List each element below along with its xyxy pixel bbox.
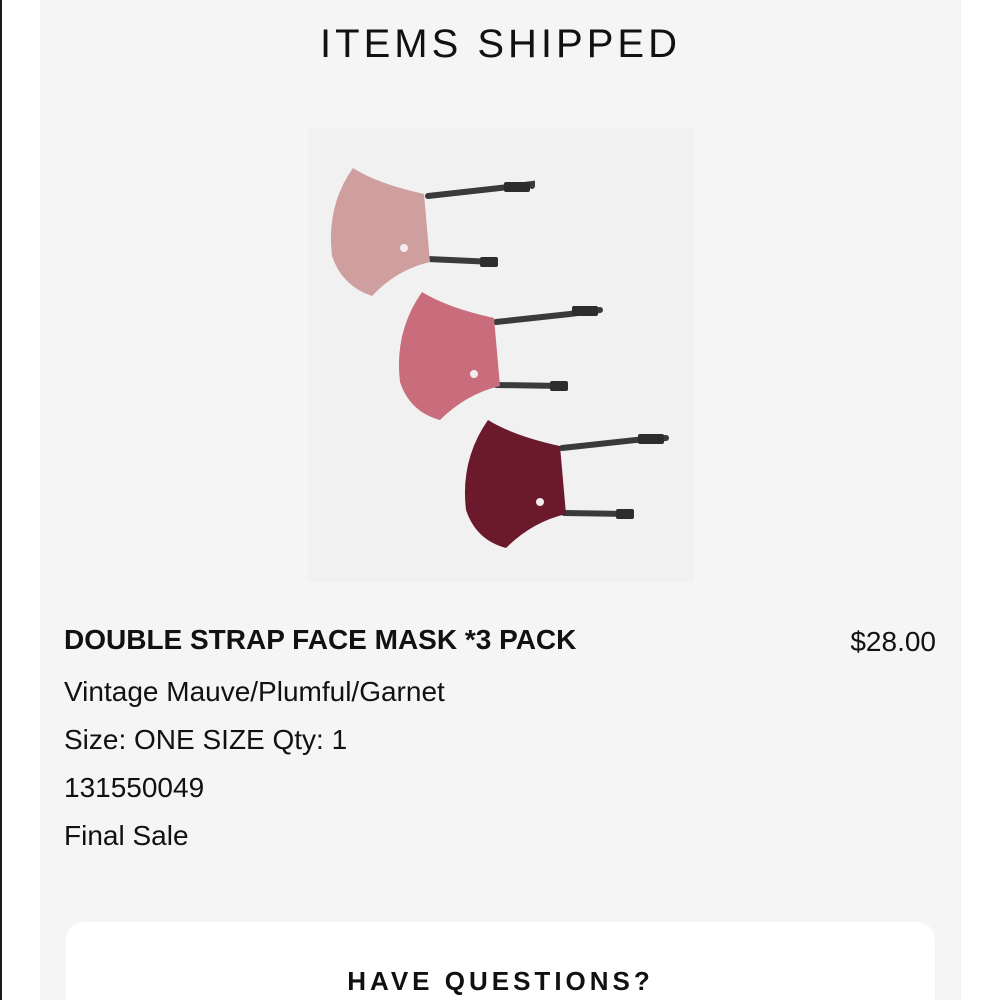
questions-title: HAVE QUESTIONS? (347, 966, 654, 996)
product-image[interactable] (308, 128, 694, 582)
mask-plumful (398, 292, 603, 420)
order-email-page: ITEMS SHIPPED DOUBLE STRAP FACE MASK *3 … (0, 0, 1000, 1000)
product-name[interactable]: DOUBLE STRAP FACE MASK *3 PACK (64, 624, 576, 656)
mask-vintage-mauve (330, 168, 535, 296)
product-color: Vintage Mauve/Plumful/Garnet (64, 676, 445, 707)
product-size-qty: Size: ONE SIZE Qty: 1 (64, 724, 348, 755)
face-mask-image-icon (330, 168, 669, 548)
product-sku: 131550049 (64, 772, 205, 803)
product-price: $28.00 (850, 626, 936, 657)
final-sale-note: Final Sale (64, 820, 189, 851)
questions-card: HAVE QUESTIONS? (66, 922, 935, 1000)
items-shipped-panel: ITEMS SHIPPED DOUBLE STRAP FACE MASK *3 … (40, 0, 961, 1000)
left-edge-divider (0, 0, 2, 1000)
mask-garnet (464, 420, 669, 548)
section-title: ITEMS SHIPPED (320, 22, 681, 66)
